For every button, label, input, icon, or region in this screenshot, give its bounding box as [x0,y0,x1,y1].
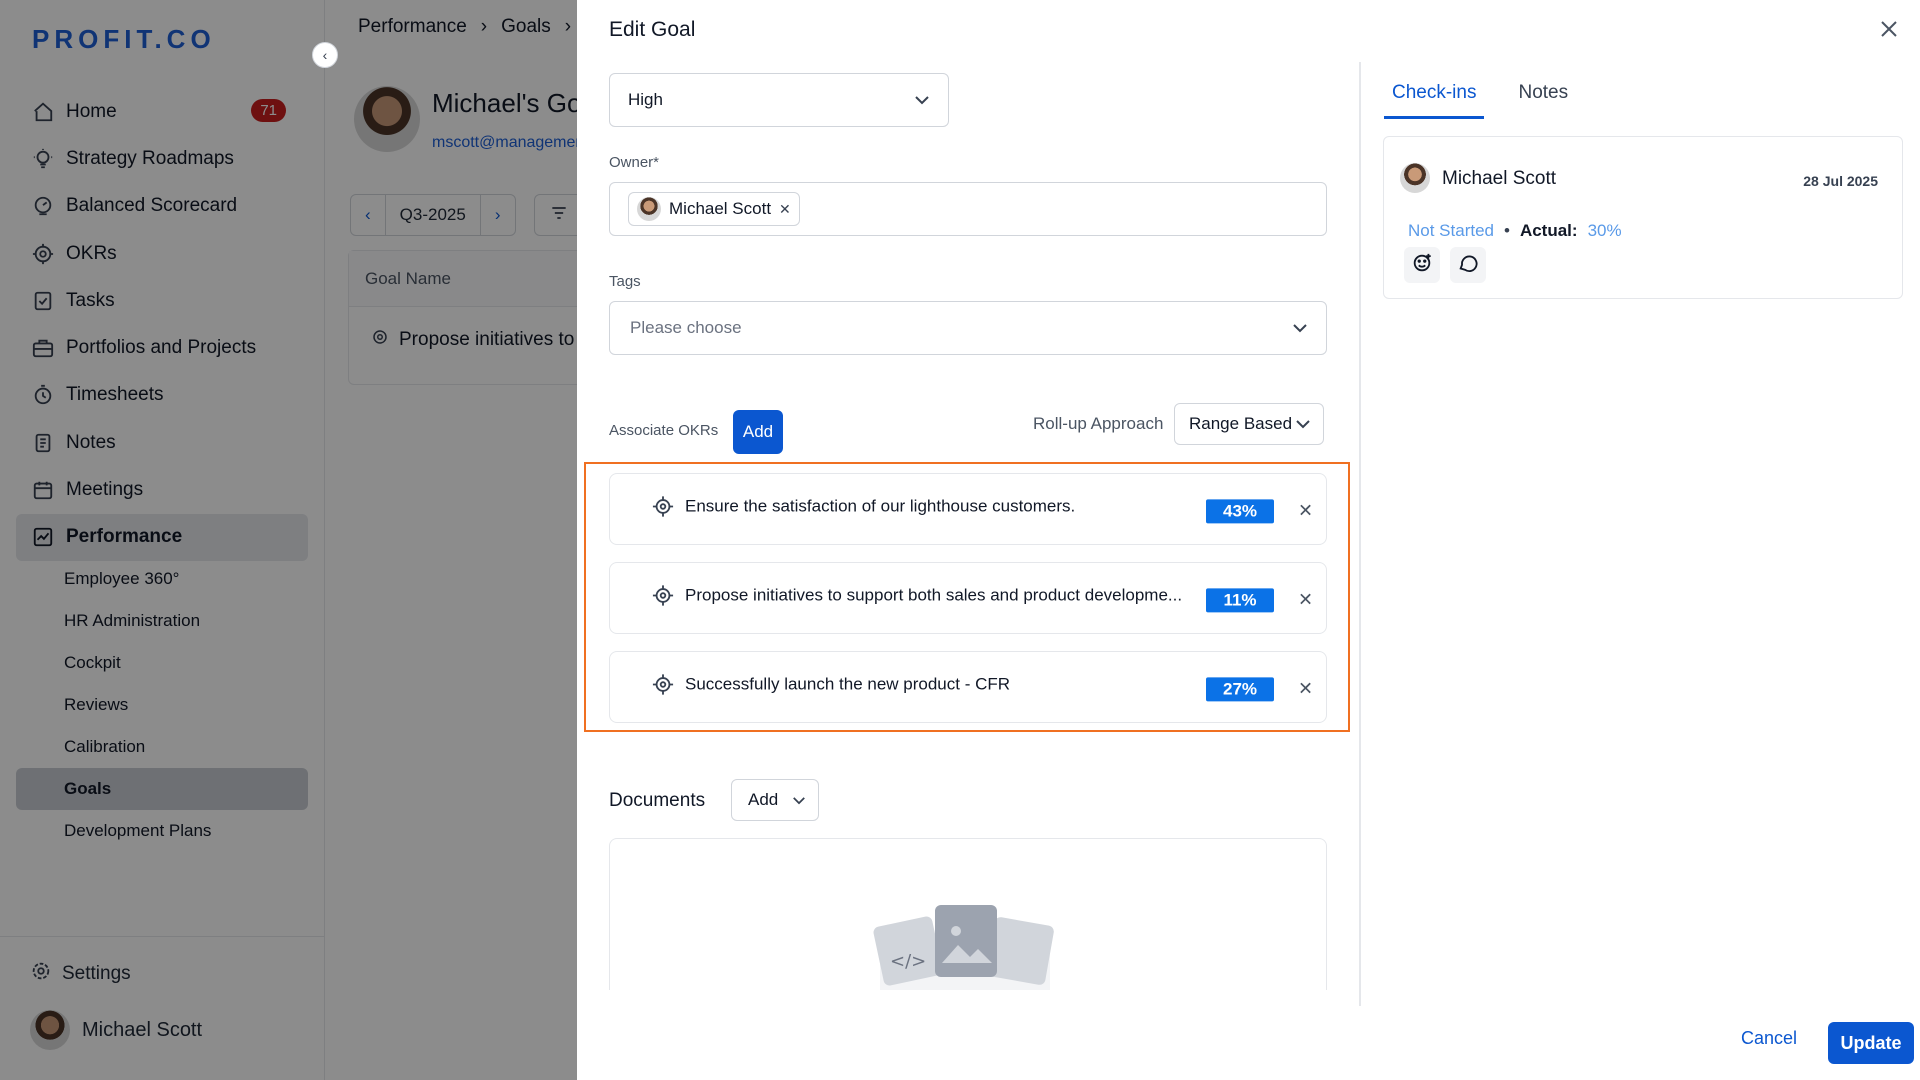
panel-divider [1359,62,1361,1006]
priority-select[interactable]: High [609,73,949,127]
documents-add-dropdown[interactable]: Add [731,779,819,821]
separator-dot: • [1504,221,1510,240]
owner-chip: Michael Scott ✕ [628,192,800,226]
tab-notes[interactable]: Notes [1510,72,1576,119]
documents-add-label: Add [748,790,779,809]
remove-owner-icon[interactable]: ✕ [779,201,791,218]
update-button[interactable]: Update [1828,1022,1914,1064]
tab-check-ins[interactable]: Check-ins [1384,72,1485,119]
owner-field[interactable]: Michael Scott ✕ [609,182,1327,236]
checkin-actions [1404,247,1486,283]
tags-placeholder: Please choose [630,318,742,337]
avatar [1400,163,1430,193]
target-icon [652,674,674,701]
target-icon [652,496,674,523]
checkin-user-name: Michael Scott [1442,168,1557,189]
collapse-sidebar-button[interactable]: ‹ [312,42,338,68]
okr-title: Ensure the satisfaction of our lighthous… [685,496,1076,516]
owner-label: Owner* [609,154,660,171]
documents-label: Documents [609,790,706,811]
chevron-down-icon [1292,318,1308,338]
okr-title: Successfully launch the new product - CF… [685,674,1011,694]
okr-progress-badge: 11% [1206,588,1274,613]
checkin-card: Michael Scott 28 Jul 2025 Not Started • … [1383,136,1903,299]
okr-item[interactable]: Ensure the satisfaction of our lighthous… [609,473,1327,545]
okr-title: Propose initiatives to support both sale… [685,585,1183,605]
okr-progress-badge: 27% [1206,677,1274,702]
chevron-down-icon [792,790,806,810]
edit-goal-drawer: Edit Goal High Owner* Michael Scott ✕ Ta… [577,0,1920,1080]
chevron-left-icon: ‹ [322,47,328,63]
status-badge: Not Started [1408,221,1494,240]
owner-chip-label: Michael Scott [669,199,772,218]
side-tabs: Check-ins Notes [1384,72,1576,119]
drawer-title: Edit Goal [609,18,696,41]
target-icon [652,585,674,612]
empty-documents-illustration-icon: </> [860,905,1070,990]
remove-okr-icon[interactable]: ✕ [1298,501,1313,522]
okr-progress-badge: 43% [1206,499,1274,524]
checkin-status-line: Not Started • Actual: 30% [1408,221,1622,241]
svg-text:</>: </> [890,951,926,972]
checkin-date: 28 Jul 2025 [1803,173,1878,189]
remove-okr-icon[interactable]: ✕ [1298,590,1313,611]
smiley-add-icon [1411,252,1433,279]
documents-dropzone[interactable]: </> [609,838,1327,990]
chevron-down-icon [1295,414,1311,434]
priority-value: High [628,90,663,109]
okr-item[interactable]: Propose initiatives to support both sale… [609,562,1327,634]
actual-value: 30% [1587,221,1622,240]
add-okr-button[interactable]: Add [733,410,783,454]
rollup-select[interactable]: Range Based [1174,403,1324,445]
tags-label: Tags [609,273,641,290]
avatar [637,197,661,221]
associate-okrs-label: Associate OKRs [609,422,719,439]
comment-button[interactable] [1450,247,1486,283]
close-button[interactable] [1876,18,1902,44]
comment-icon [1457,252,1479,279]
cancel-button[interactable]: Cancel [1741,1028,1797,1049]
okr-item[interactable]: Successfully launch the new product - CF… [609,651,1327,723]
remove-okr-icon[interactable]: ✕ [1298,679,1313,700]
close-icon [1879,19,1899,44]
chevron-down-icon [914,90,930,110]
rollup-label: Roll-up Approach [1033,414,1164,433]
rollup-value: Range Based [1189,414,1293,433]
actual-label: Actual: [1519,221,1578,240]
add-reaction-button[interactable] [1404,247,1440,283]
tags-select[interactable]: Please choose [609,301,1327,355]
